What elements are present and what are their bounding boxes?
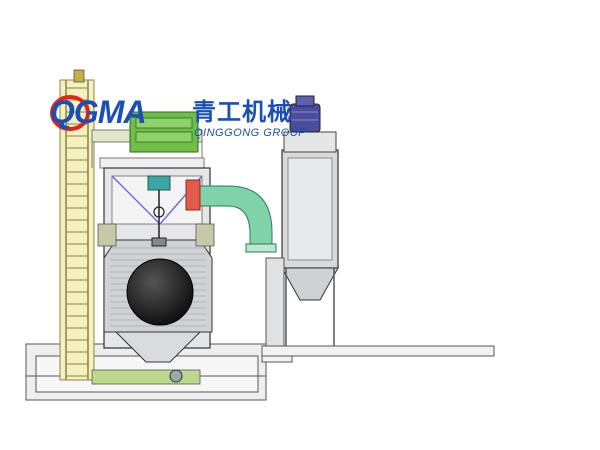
brand-logo-text: QGMA xyxy=(50,94,147,130)
brand-logo-english: QINGGONG GROUP xyxy=(194,127,307,139)
dust-collector-icon xyxy=(265,131,339,347)
brand-logo-latin: QGMA xyxy=(50,94,147,130)
sphere-workpiece-icon xyxy=(126,258,194,326)
screw-conveyor-icon xyxy=(91,369,201,385)
brand-logo-chinese: 青工机械 xyxy=(192,98,292,126)
shot-blasting-machine-diagram xyxy=(25,69,495,401)
